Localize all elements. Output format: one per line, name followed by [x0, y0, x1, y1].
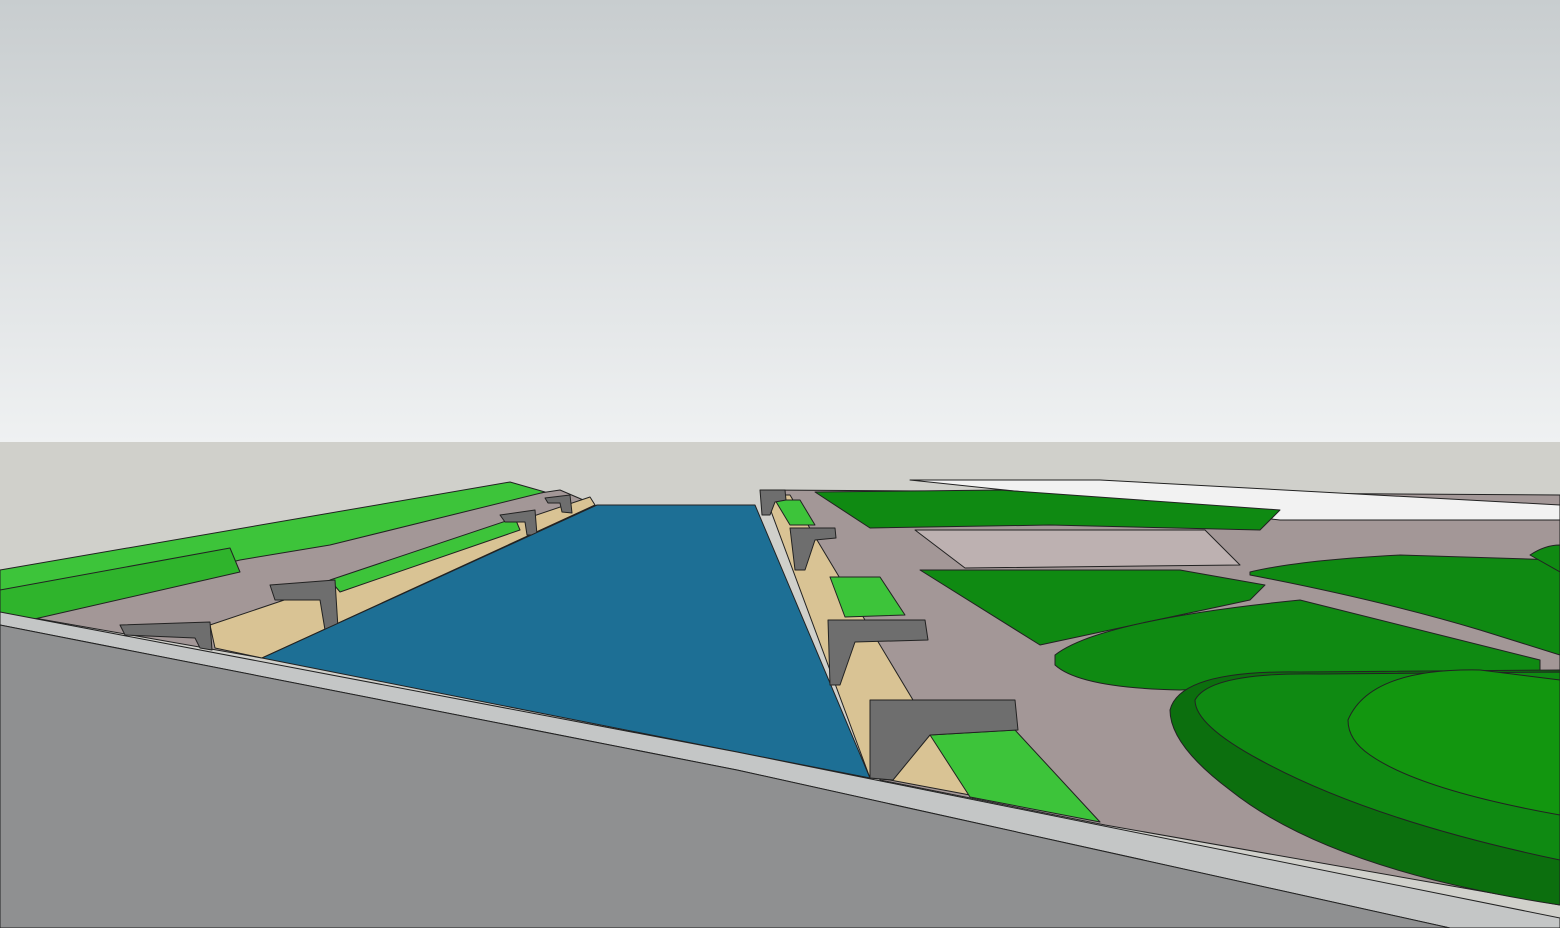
3d-model-viewport[interactable]	[0, 0, 1560, 928]
sky	[0, 0, 1560, 442]
sunken-plaza	[914, 529, 1241, 569]
scene-render	[0, 0, 1560, 928]
